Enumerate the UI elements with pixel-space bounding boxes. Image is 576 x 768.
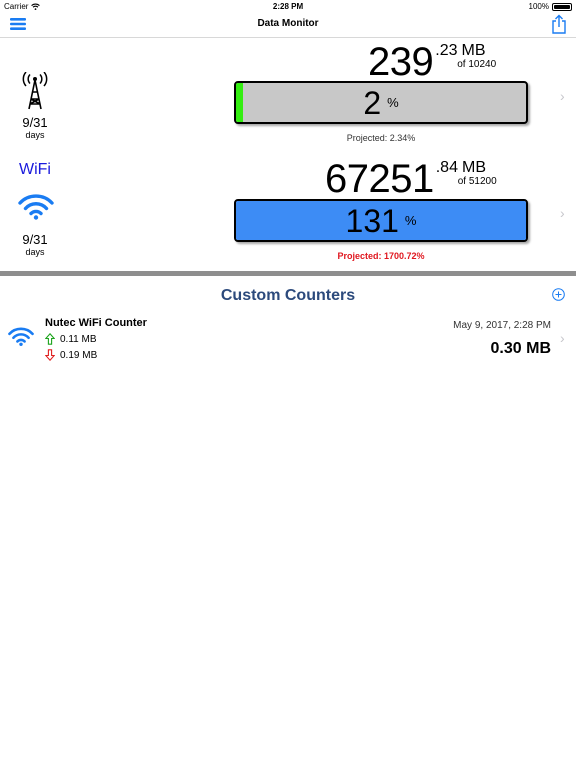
wifi-projected: Projected: 1700.72% xyxy=(337,251,425,261)
counter-date: May 9, 2017, 2:28 PM xyxy=(453,320,551,331)
wifi-days-label: days xyxy=(25,247,45,257)
cellular-projected: Projected: 2.34% xyxy=(346,133,416,143)
cellular-days-count: 9/31 xyxy=(22,115,48,130)
cell-tower-icon xyxy=(22,72,48,110)
navigation-bar: Data Monitor xyxy=(0,12,576,38)
cellular-percent: 2 xyxy=(363,84,382,121)
counter-upload-value: 0.11 MB xyxy=(60,333,97,345)
battery-percent: 100% xyxy=(528,2,549,11)
wifi-icon xyxy=(8,327,34,347)
wifi-icon xyxy=(18,194,54,220)
wifi-meter[interactable]: WiFi 9/31 days 67251 .84 MB of 51200 131… xyxy=(0,155,576,267)
custom-counters-title: Custom Counters xyxy=(220,287,356,304)
battery-icon xyxy=(552,2,572,11)
add-counter-icon[interactable] xyxy=(552,288,565,301)
wifi-days-count: 9/31 xyxy=(22,232,48,247)
counter-download-value: 0.19 MB xyxy=(60,349,98,361)
share-icon[interactable] xyxy=(551,14,567,34)
status-time: 2:28 PM xyxy=(272,2,304,11)
cellular-usage-integer: 239 xyxy=(368,40,434,84)
counter-chevron-icon: › xyxy=(560,330,565,346)
upload-arrow-icon xyxy=(45,333,55,345)
status-bar: Carrier 2:28 PM 100% xyxy=(0,0,576,12)
cellular-progress-bar: 2 % xyxy=(234,81,528,124)
cellular-limit: of 10240 xyxy=(457,59,497,70)
wifi-usage-integer: 67251 xyxy=(325,157,434,201)
wifi-usage: 67251 .84 MB of 51200 xyxy=(325,155,497,199)
cellular-usage-unit: MB xyxy=(461,42,486,59)
wifi-label: WiFi xyxy=(19,161,51,178)
wifi-progress-bar: 131 % xyxy=(234,199,528,242)
counter-download: 0.19 MB xyxy=(45,349,97,361)
wifi-limit: of 51200 xyxy=(457,176,497,187)
counter-total: 0.30 MB xyxy=(490,340,551,357)
counter-upload: 0.11 MB xyxy=(45,333,97,345)
counter-name: Nutec WiFi Counter xyxy=(45,317,147,329)
cellular-meter[interactable]: 9/31 days 239 .23 MB of 10240 2 % › Proj… xyxy=(0,38,576,148)
cellular-usage-decimal: .23 xyxy=(435,42,458,59)
battery-indicator: 100% xyxy=(529,2,572,11)
wifi-usage-unit: MB xyxy=(461,159,486,176)
wifi-chevron-icon: › xyxy=(560,205,565,221)
cellular-chevron-icon: › xyxy=(560,88,565,104)
cellular-percent-sign: % xyxy=(387,95,399,110)
wifi-percent-sign: % xyxy=(404,213,417,228)
wifi-percent: 131 xyxy=(345,202,399,239)
cellular-days-label: days xyxy=(25,130,45,140)
wifi-usage-decimal: .84 xyxy=(435,159,458,176)
cellular-usage: 239 .23 MB of 10240 xyxy=(368,38,496,82)
page-title: Data Monitor xyxy=(257,18,319,29)
download-arrow-icon xyxy=(45,349,55,361)
section-divider xyxy=(0,271,576,276)
counter-list-item[interactable]: Nutec WiFi Counter 0.11 MB 0.19 MB May 9… xyxy=(0,310,576,370)
